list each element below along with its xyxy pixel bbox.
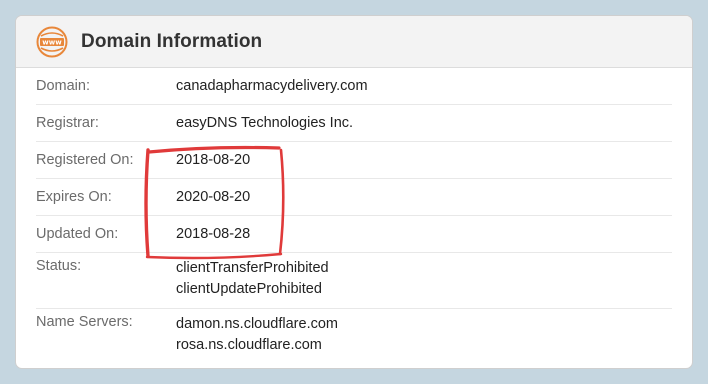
registrar-value: easyDNS Technologies Inc. [176,114,354,131]
row-label: Domain: [36,78,90,94]
row-label: Registrar: [36,115,99,131]
row-updated-on: Updated On: 2018-08-28 [36,216,672,253]
domain-value: canadapharmacydelivery.com [176,77,368,94]
panel-header: www Domain Information [16,16,692,68]
name-server-line: damon.ns.cloudflare.com [176,316,338,332]
registered-on-value: 2018-08-20 [176,151,251,168]
status-line: clientUpdateProhibited [176,281,322,297]
row-registered-on: Registered On: 2018-08-20 [36,142,672,179]
domain-information-panel: www Domain Information Domain: canadapha… [15,15,693,369]
name-servers-value: damon.ns.cloudflare.com rosa.ns.cloudfla… [176,314,338,356]
panel-title: Domain Information [81,30,263,52]
status-line: clientTransferProhibited [176,260,329,276]
row-name-servers: Name Servers: damon.ns.cloudflare.com ro… [36,309,672,365]
updated-on-value: 2018-08-28 [176,225,251,242]
row-registrar: Registrar: easyDNS Technologies Inc. [36,105,672,142]
www-icon: www [36,26,68,58]
name-server-line: rosa.ns.cloudflare.com [176,337,322,353]
domain-info-table: Domain: canadapharmacydelivery.com Regis… [36,68,672,365]
status-value: clientTransferProhibited clientUpdatePro… [176,258,329,300]
row-label: Name Servers: [36,314,133,330]
row-label: Registered On: [36,152,134,168]
row-status: Status: clientTransferProhibited clientU… [36,253,672,309]
row-label: Updated On: [36,226,119,242]
row-label: Expires On: [36,189,112,205]
row-expires-on: Expires On: 2020-08-20 [36,179,672,216]
expires-on-value: 2020-08-20 [176,188,251,205]
row-label: Status: [36,258,82,274]
row-domain: Domain: canadapharmacydelivery.com [36,68,672,105]
www-icon-text: www [42,38,62,46]
